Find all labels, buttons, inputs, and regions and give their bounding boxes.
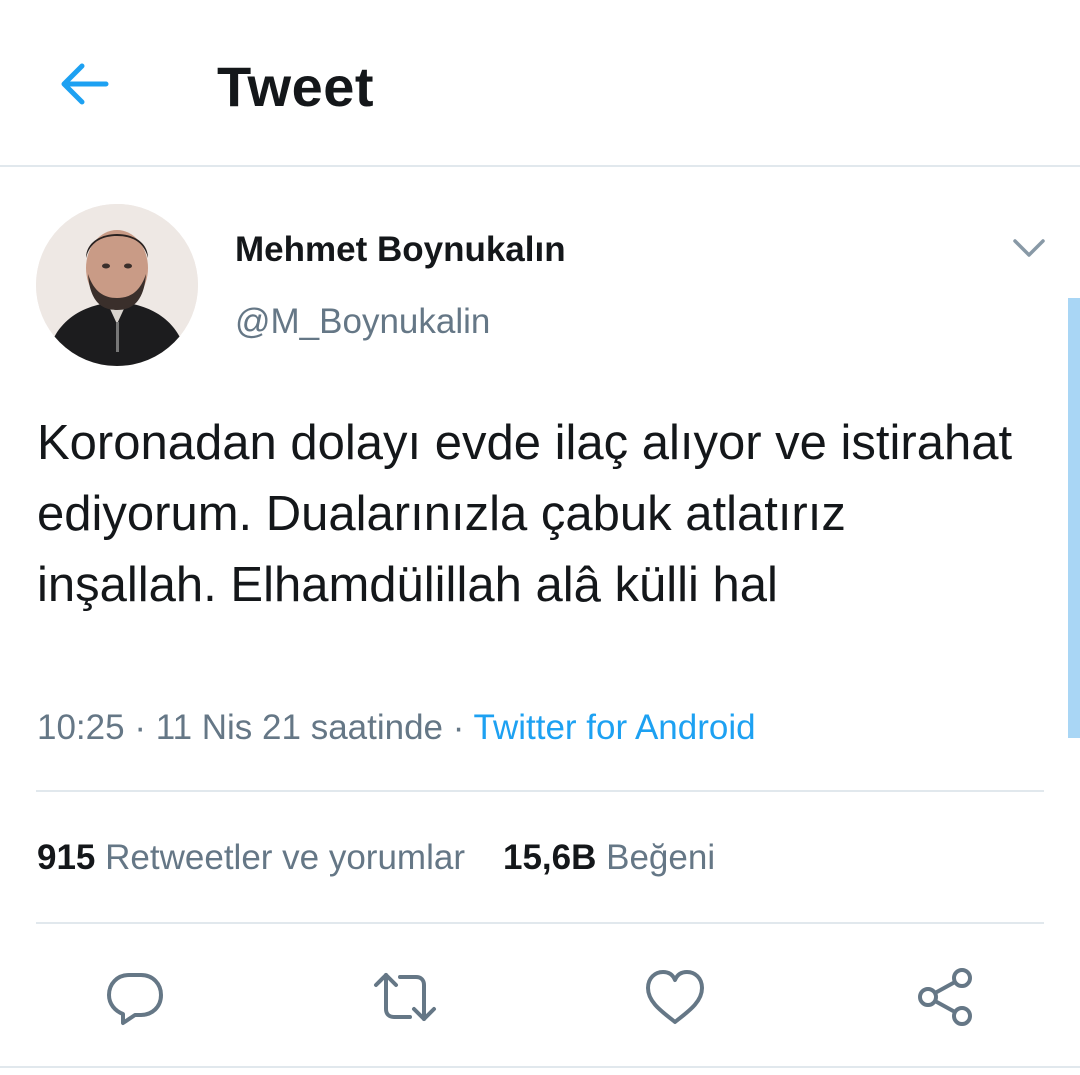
reply-button[interactable] bbox=[100, 962, 170, 1032]
divider bbox=[36, 790, 1044, 792]
retweets-stat[interactable]: 915 Retweetler ve yorumlar bbox=[37, 838, 465, 878]
tweet-meta: 10:25 · 11 Nis 21 saatinde · Twitter for… bbox=[37, 708, 756, 748]
scrollbar[interactable] bbox=[1068, 298, 1080, 738]
like-icon bbox=[646, 970, 704, 1024]
meta-separator: · bbox=[443, 708, 474, 747]
retweets-label: Retweetler ve yorumlar bbox=[105, 838, 465, 877]
share-icon bbox=[918, 968, 972, 1026]
retweet-icon bbox=[374, 973, 436, 1021]
share-button[interactable] bbox=[910, 962, 980, 1032]
likes-stat[interactable]: 15,6B Beğeni bbox=[503, 838, 715, 878]
divider bbox=[36, 922, 1044, 924]
user-handle[interactable]: @M_Boynukalin bbox=[235, 302, 490, 342]
tweet-stats: 915 Retweetler ve yorumlar 15,6B Beğeni bbox=[37, 838, 715, 878]
bottom-divider bbox=[0, 1066, 1080, 1068]
chevron-down-icon bbox=[1013, 239, 1045, 257]
like-button[interactable] bbox=[640, 962, 710, 1032]
tweet-menu-button[interactable] bbox=[1008, 230, 1050, 266]
top-bar: Tweet bbox=[0, 0, 1080, 167]
likes-label: Beğeni bbox=[606, 838, 716, 877]
likes-count: 15,6B bbox=[502, 838, 597, 877]
avatar[interactable] bbox=[36, 204, 198, 366]
tweet-source-link[interactable]: Twitter for Android bbox=[474, 708, 756, 747]
tweet-text: Koronadan dolayı evde ilaç alıyor ve ist… bbox=[37, 416, 1013, 612]
tweet-time: 10:25 bbox=[37, 708, 125, 747]
reply-icon bbox=[107, 973, 163, 1025]
page-title: Tweet bbox=[217, 55, 375, 118]
profile-photo bbox=[36, 204, 198, 366]
retweet-button[interactable] bbox=[370, 962, 440, 1032]
retweets-count: 915 bbox=[37, 838, 96, 877]
tweet-date: 11 Nis 21 saatinde bbox=[155, 708, 444, 747]
meta-separator: · bbox=[124, 708, 156, 747]
user-name[interactable]: Mehmet Boynukalın bbox=[235, 230, 566, 270]
back-button[interactable] bbox=[52, 52, 116, 116]
arrow-left-icon bbox=[61, 63, 109, 105]
